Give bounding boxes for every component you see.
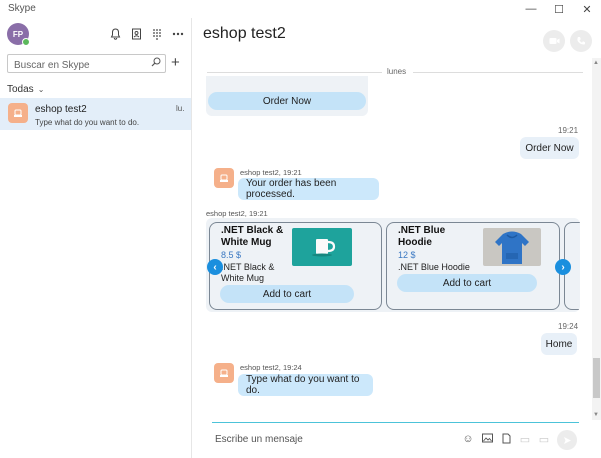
message-input[interactable] [215,431,445,447]
carousel-prev-button[interactable]: ‹ [207,259,223,275]
scrollbar[interactable]: ▲ ▼ [592,58,601,420]
video-message-icon[interactable]: ▭ [537,433,551,446]
product-description-line: .NET Black & [221,262,275,272]
minimize-icon[interactable]: — [516,0,546,18]
product-title-line: .NET Black & [221,225,284,236]
video-call-icon[interactable] [543,30,565,52]
scroll-up-icon[interactable]: ▲ [593,60,599,66]
message-time: 19:24 [558,322,579,331]
message-list: lunes Order Now 19:21 Order Now eshop te… [193,58,591,420]
search-input[interactable] [8,57,138,74]
close-icon[interactable]: ✕ [572,0,601,18]
dialpad-icon[interactable] [149,26,165,42]
conversation-item[interactable]: eshop test2 Type what do you want to do.… [0,98,191,130]
image-icon[interactable] [480,433,494,446]
outgoing-message: Home [541,333,577,355]
bell-icon[interactable] [107,26,123,42]
product-carousel: .NET Black & White Mug 8.5 $ .NET Black &… [206,218,580,312]
title-bar: Skype — ☐ ✕ [0,0,601,18]
carousel-next-button[interactable]: › [555,259,571,275]
date-divider: lunes [387,67,407,76]
bot-avatar [214,363,234,383]
maximize-icon[interactable]: ☐ [544,0,574,18]
product-title: .NET Blue Hoodie [398,225,445,249]
add-to-cart-button[interactable]: Add to cart [397,274,537,292]
message-sender: eshop test2, 19:21 [206,209,268,218]
presence-indicator [22,38,30,46]
product-image-mug[interactable] [292,228,352,266]
new-chat-icon[interactable]: + [171,54,180,72]
incoming-message: Your order has been processed. [238,178,379,200]
product-title-line: Hoodie [398,237,432,248]
more-options-icon[interactable] [170,26,186,42]
emoji-icon[interactable]: ☺ [461,433,475,445]
product-title: .NET Black & White Mug [221,225,283,249]
conversation-preview: Type what do you want to do. [35,118,140,127]
chat-title: eshop test2 [203,25,286,42]
chat-header: eshop test2 [193,18,601,58]
bot-avatar [214,168,234,188]
add-to-cart-button[interactable]: Add to cart [220,285,354,303]
contacts-icon[interactable] [128,26,144,42]
incoming-message: Type what do you want to do. [238,374,373,396]
product-card: .NET Black & White Mug 8.5 $ .NET Black &… [209,222,382,310]
product-description-line: White Mug [221,273,265,283]
chevron-down-icon: ⌄ [37,85,45,94]
product-title-line: White Mug [221,237,272,248]
scrollbar-thumb[interactable] [593,358,600,398]
product-description: .NET Black & White Mug [221,262,274,284]
send-button[interactable] [557,430,577,450]
order-card: Order Now [206,76,368,116]
search-icon[interactable] [151,57,161,70]
date-divider-line [413,72,583,73]
bot-avatar [8,103,28,123]
message-sender: eshop test2, 19:24 [240,363,302,372]
conversation-time: lu. [176,104,185,113]
message-time: 19:21 [558,126,579,135]
search-box[interactable] [7,54,166,74]
order-now-button[interactable]: Order Now [208,92,366,110]
filter-label: Todas [7,84,34,95]
product-card: .NET Blue Hoodie 12 $ .NET Blue Hoodie Ad… [386,222,560,310]
avatar[interactable]: FP [7,23,30,46]
date-divider-line [207,72,382,73]
window-title: Skype [8,3,36,14]
message-sender: eshop test2, 19:21 [240,168,302,177]
sidebar: FP + Todas⌄ eshop test2 Type what do you… [0,18,192,458]
outgoing-message: Order Now [520,137,579,159]
product-price: 12 $ [398,250,416,260]
product-description: .NET Blue Hoodie [398,262,470,273]
product-description-line: .NET Blue Hoodie [398,262,470,272]
file-icon[interactable] [499,433,513,447]
audio-call-icon[interactable] [570,30,592,52]
product-price: 8.5 $ [221,250,242,260]
product-title-line: .NET Blue [398,225,446,236]
product-image-hoodie[interactable] [483,228,541,266]
message-composer: ☺ ▭ ▭ [212,422,579,458]
conversation-name: eshop test2 [35,104,87,115]
avatar-initials: FP [12,29,24,39]
conversation-filter[interactable]: Todas ⌄ [7,84,44,95]
scroll-down-icon[interactable]: ▼ [593,412,599,418]
card-icon[interactable]: ▭ [518,433,532,446]
